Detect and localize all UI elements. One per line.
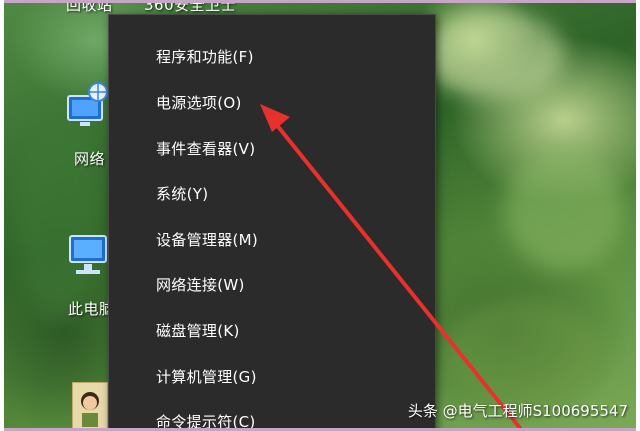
arrow-head	[260, 104, 290, 132]
frame-border-left	[0, 0, 4, 431]
frame-border-right	[636, 0, 640, 431]
arrow-shaft	[274, 122, 522, 430]
watermark-text: 头条 @电气工程师S100695547	[407, 402, 628, 420]
desktop-background: 回收站 360安全卫士 网络 此电脑 程序和功能(F) 电源选项(O) 事件查看…	[4, 0, 636, 431]
frame-border-top	[0, 0, 640, 3]
annotation-arrow	[260, 104, 522, 430]
